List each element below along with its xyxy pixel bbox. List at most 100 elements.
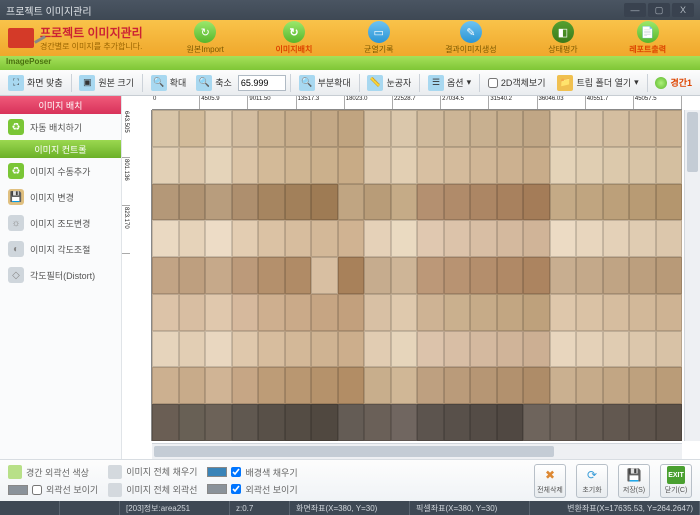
image-cell[interactable] — [576, 184, 603, 221]
image-cell[interactable] — [338, 367, 365, 404]
image-cell[interactable] — [258, 147, 285, 184]
image-cell[interactable] — [417, 404, 444, 441]
image-cell[interactable] — [258, 367, 285, 404]
image-cell[interactable] — [258, 184, 285, 221]
image-cell[interactable] — [523, 367, 550, 404]
image-cell[interactable] — [364, 367, 391, 404]
close-button[interactable]: EXIT닫기(C) — [660, 464, 692, 498]
image-cell[interactable] — [550, 367, 577, 404]
image-cell[interactable] — [258, 257, 285, 294]
sidebar-item-brightness[interactable]: ☼이미지 조도변경 — [0, 210, 121, 236]
step-result-image[interactable]: ✎결과이미지생성 — [445, 21, 497, 55]
sidebar-item-distort[interactable]: ◇각도필터(Distort) — [0, 262, 121, 288]
image-cell[interactable] — [417, 220, 444, 257]
image-cell[interactable] — [550, 220, 577, 257]
sidebar-item-manual-add[interactable]: ♻이미지 수동추가 — [0, 158, 121, 184]
image-cell[interactable] — [497, 220, 524, 257]
image-cell[interactable] — [629, 331, 656, 368]
image-cell[interactable] — [603, 331, 630, 368]
open-folder-button[interactable]: 📁트립 폴더 열기▾ — [553, 73, 642, 93]
image-cell[interactable] — [179, 367, 206, 404]
image-cell[interactable] — [497, 404, 524, 441]
image-cell[interactable] — [656, 147, 683, 184]
image-cell[interactable] — [576, 257, 603, 294]
image-cell[interactable] — [338, 220, 365, 257]
image-cell[interactable] — [656, 184, 683, 221]
image-cell[interactable] — [576, 404, 603, 441]
image-cell[interactable] — [629, 294, 656, 331]
image-cell[interactable] — [629, 367, 656, 404]
image-cell[interactable] — [629, 220, 656, 257]
image-cell[interactable] — [311, 294, 338, 331]
image-cell[interactable] — [629, 147, 656, 184]
image-cell[interactable] — [417, 110, 444, 147]
step-evaluation[interactable]: ◧상태평가 — [548, 21, 577, 55]
image-cell[interactable] — [311, 257, 338, 294]
ruler-button[interactable]: 📏눈공자 — [363, 73, 415, 93]
image-cell[interactable] — [470, 110, 497, 147]
bg-fill-checkbox[interactable] — [231, 467, 241, 477]
image-cell[interactable] — [629, 184, 656, 221]
image-cell[interactable] — [417, 147, 444, 184]
image-cell[interactable] — [470, 404, 497, 441]
image-cell[interactable] — [444, 331, 471, 368]
vertical-scrollbar[interactable] — [684, 110, 700, 441]
swatch-grey2[interactable] — [207, 484, 227, 494]
image-cell[interactable] — [152, 367, 179, 404]
image-cell[interactable] — [603, 367, 630, 404]
image-cell[interactable] — [523, 220, 550, 257]
image-cell[interactable] — [576, 331, 603, 368]
image-cell[interactable] — [285, 110, 312, 147]
image-cell[interactable] — [364, 147, 391, 184]
image-cell[interactable] — [470, 331, 497, 368]
sidebar-item-change-image[interactable]: 💾이미지 변경 — [0, 184, 121, 210]
image-cell[interactable] — [258, 294, 285, 331]
image-cell[interactable] — [232, 147, 259, 184]
image-cell[interactable] — [391, 367, 418, 404]
image-grid[interactable] — [152, 110, 682, 441]
image-cell[interactable] — [470, 294, 497, 331]
image-cell[interactable] — [444, 147, 471, 184]
image-cell[interactable] — [523, 110, 550, 147]
image-cell[interactable] — [285, 184, 312, 221]
image-cell[interactable] — [656, 404, 683, 441]
image-cell[interactable] — [311, 404, 338, 441]
image-cell[interactable] — [205, 147, 232, 184]
image-cell[interactable] — [338, 331, 365, 368]
image-cell[interactable] — [338, 257, 365, 294]
image-cell[interactable] — [629, 257, 656, 294]
image-cell[interactable] — [179, 294, 206, 331]
image-cell[interactable] — [497, 147, 524, 184]
image-cell[interactable] — [470, 184, 497, 221]
fit-screen-button[interactable]: ⛶화면 맞춤 — [4, 73, 67, 93]
image-cell[interactable] — [391, 257, 418, 294]
image-cell[interactable] — [311, 110, 338, 147]
image-cell[interactable] — [338, 184, 365, 221]
image-cell[interactable] — [152, 220, 179, 257]
image-cell[interactable] — [285, 294, 312, 331]
image-cell[interactable] — [629, 110, 656, 147]
image-cell[interactable] — [258, 331, 285, 368]
image-cell[interactable] — [497, 184, 524, 221]
image-cell[interactable] — [152, 147, 179, 184]
image-cell[interactable] — [179, 331, 206, 368]
segment-selector[interactable]: 경간1 — [651, 74, 696, 91]
image-cell[interactable] — [232, 404, 259, 441]
image-cell[interactable] — [364, 257, 391, 294]
image-cell[interactable] — [523, 147, 550, 184]
image-cell[interactable] — [338, 147, 365, 184]
image-cell[interactable] — [550, 184, 577, 221]
close-button[interactable]: X — [672, 3, 694, 17]
image-cell[interactable] — [285, 147, 312, 184]
image-cell[interactable] — [179, 110, 206, 147]
image-cell[interactable] — [656, 220, 683, 257]
image-cell[interactable] — [603, 147, 630, 184]
image-cell[interactable] — [550, 257, 577, 294]
zoom-out-button[interactable]: 🔍축소 — [192, 73, 236, 93]
zoom-input[interactable] — [238, 75, 286, 91]
image-cell[interactable] — [205, 257, 232, 294]
image-cell[interactable] — [338, 294, 365, 331]
image-cell[interactable] — [179, 184, 206, 221]
image-cell[interactable] — [152, 294, 179, 331]
swatch-blue[interactable] — [207, 467, 227, 477]
